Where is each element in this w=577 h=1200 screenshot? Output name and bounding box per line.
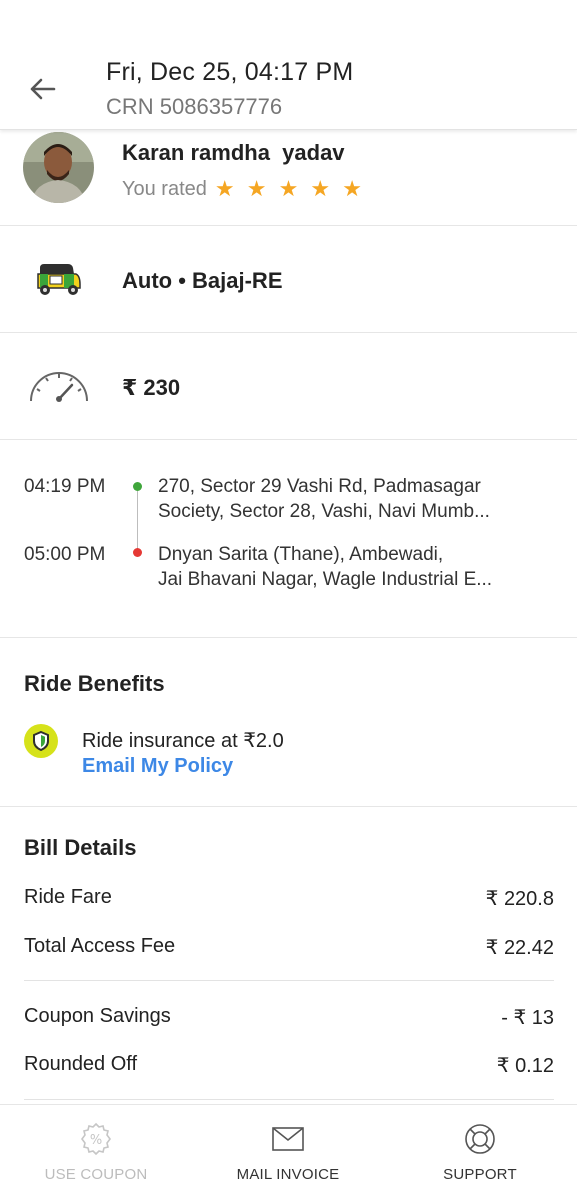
ride-benefits-title: Ride Benefits xyxy=(24,671,165,696)
ride-datetime: Fri, Dec 25, 04:17 PM xyxy=(106,58,354,86)
bill-details-section: Bill Details Ride Fare ₹ 220.8 Total Acc… xyxy=(0,808,577,1108)
ride-benefits-section: Ride Benefits Ride insurance at ₹2.0 Ema… xyxy=(0,638,577,807)
drop-time: 05:00 PM xyxy=(24,544,106,565)
fare-section: ₹ 230 xyxy=(0,333,577,440)
coupon-icon: % xyxy=(78,1122,114,1156)
crn-number: CRN 5086357776 xyxy=(106,94,283,119)
insurance-text: Ride insurance at ₹2.0 xyxy=(82,730,284,752)
rating-stars-icon: ★ ★ ★ ★ ★ xyxy=(214,176,365,201)
bill-details-title: Bill Details xyxy=(24,835,137,860)
app-header: Fri, Dec 25, 04:17 PM CRN 5086357776 xyxy=(0,0,577,130)
total-fare: ₹ 230 xyxy=(122,375,181,400)
support-button[interactable]: SUPPORT xyxy=(384,1105,576,1200)
rating-line: You rated ★ ★ ★ ★ ★ xyxy=(122,176,365,202)
lifebuoy-icon xyxy=(462,1122,498,1156)
auto-rickshaw-icon xyxy=(37,264,81,295)
bill-row-rounded-off: Rounded Off ₹ 0.12 xyxy=(24,1053,554,1077)
pickup-address: 270, Sector 29 Vashi Rd, Padmasagar Soci… xyxy=(158,476,490,522)
svg-text:%: % xyxy=(90,1133,102,1148)
bill-divider xyxy=(24,1099,554,1100)
mail-invoice-button[interactable]: MAIL INVOICE xyxy=(192,1105,384,1200)
vehicle-type: Auto • Bajaj-RE xyxy=(122,268,283,293)
pickup-time: 04:19 PM xyxy=(24,476,106,497)
drop-address: Dnyan Sarita (Thane), Ambewadi, Jai Bhav… xyxy=(158,544,493,590)
mail-icon xyxy=(270,1122,306,1156)
use-coupon-button[interactable]: % USE COUPON xyxy=(0,1105,192,1200)
driver-section: Karan ramdha yadav You rated ★ ★ ★ ★ ★ xyxy=(0,130,577,226)
vehicle-section: Auto • Bajaj-RE xyxy=(0,226,577,333)
email-policy-link[interactable]: Email My Policy xyxy=(82,755,233,778)
back-arrow-icon xyxy=(30,78,56,100)
bill-row-ride-fare: Ride Fare ₹ 220.8 xyxy=(24,886,554,910)
bill-row-access-fee: Total Access Fee ₹ 22.42 xyxy=(24,935,554,959)
pickup-dot-icon xyxy=(133,482,142,491)
you-rated-label: You rated xyxy=(122,177,207,200)
insurance-shield-icon xyxy=(24,724,58,758)
drop-dot-icon xyxy=(133,548,142,557)
speedometer-icon xyxy=(30,372,88,402)
bill-row-coupon-savings: Coupon Savings - ₹ 13 xyxy=(24,1005,554,1029)
bottom-action-bar: % USE COUPON MAIL INVOICE SUPPORT xyxy=(0,1104,577,1200)
back-button[interactable] xyxy=(22,72,62,106)
route-section: 04:19 PM 270, Sector 29 Vashi Rd, Padmas… xyxy=(0,440,577,638)
route-line xyxy=(137,491,138,551)
driver-name: Karan ramdha yadav xyxy=(122,140,345,165)
driver-avatar xyxy=(23,132,94,203)
bill-divider xyxy=(24,980,554,981)
